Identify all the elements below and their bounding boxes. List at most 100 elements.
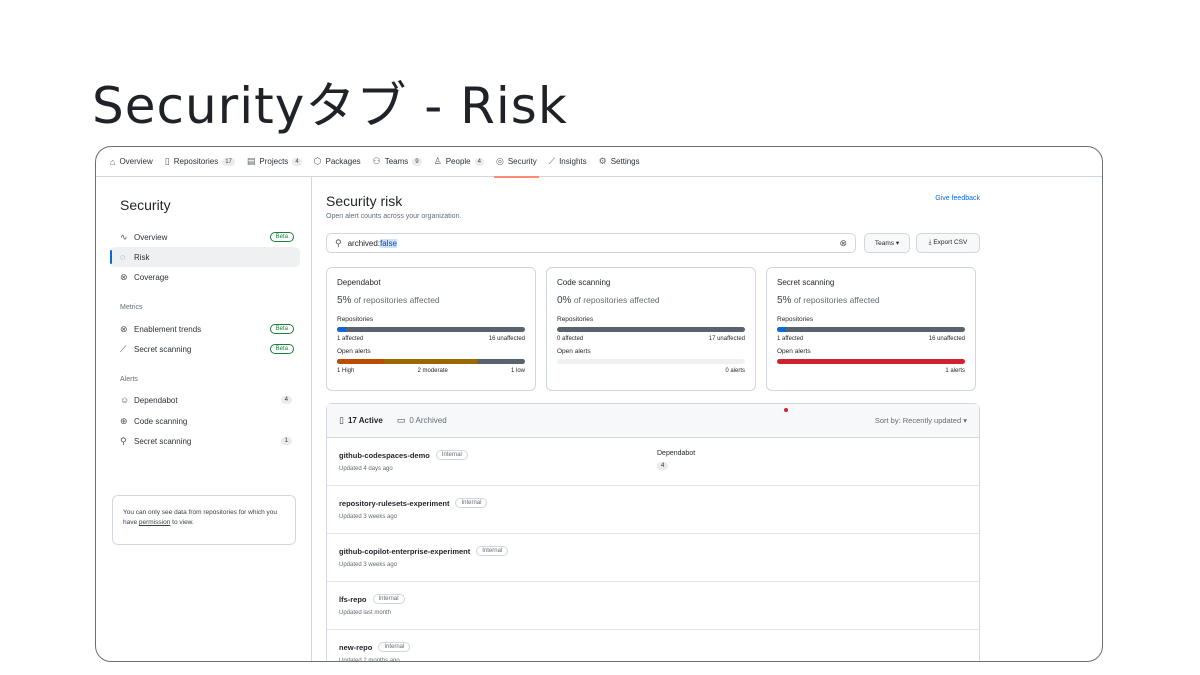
- alert-count: 1 alerts: [945, 368, 965, 374]
- give-feedback-link[interactable]: Give feedback: [935, 195, 980, 202]
- affected-count: 0 affected: [557, 336, 584, 342]
- repositories-label: Repositories: [777, 316, 814, 323]
- open-alerts-label: Open alerts: [777, 348, 811, 355]
- alerts-bar: [557, 359, 745, 364]
- sidebar-title: Security: [120, 197, 171, 213]
- repo-name-link[interactable]: github-copilot-enterprise-experiment: [339, 547, 470, 556]
- repo-name-link[interactable]: lfs-repo: [339, 595, 367, 604]
- archived-filter-tab[interactable]: 0 Archived: [409, 416, 446, 425]
- repo-name-line: github-codespaces-demo Internal: [339, 450, 967, 460]
- clear-filter-icon[interactable]: ⊗: [839, 238, 847, 249]
- unaffected-count: 17 unaffected: [708, 336, 745, 342]
- tab-packages[interactable]: ⬡ Packages: [314, 147, 361, 177]
- shield-icon: ◌: [120, 252, 126, 262]
- sort-dropdown[interactable]: Sort by: Recently updated ▾: [875, 416, 967, 425]
- search-icon: ⚲: [335, 237, 342, 248]
- tab-repositories[interactable]: ▯ Repositories 17: [165, 147, 235, 177]
- org-top-nav: ⌂ Overview ▯ Repositories 17 ▤ Projects 4 ⬡ Packa…: [96, 147, 1102, 178]
- repo-name-line: new-repo Internal: [339, 642, 967, 652]
- pulse-icon: ∿: [120, 231, 128, 242]
- table-row[interactable]: repository-rulesets-experiment Internal Up…: [327, 486, 979, 534]
- sidebar-item-label: Coverage: [134, 272, 169, 282]
- repositories-counts: 1 affected 16 unaffected: [337, 336, 525, 342]
- alerts-bar: [777, 359, 965, 364]
- teams-dropdown-button[interactable]: Teams ▾: [864, 233, 910, 253]
- table-row[interactable]: lfs-repo Internal Updated last month: [327, 582, 979, 630]
- permission-note: You can only see data from repositories …: [112, 495, 296, 545]
- export-csv-button[interactable]: ⤓ Export CSV: [916, 233, 980, 253]
- percent-value: 0%: [557, 295, 572, 306]
- percent-value: 5%: [337, 295, 352, 306]
- repositories-counts: 0 affected 17 unaffected: [557, 336, 745, 342]
- card-title: Secret scanning: [777, 278, 835, 287]
- tab-count: 17: [222, 157, 235, 166]
- sidebar-item-overview[interactable]: ∿ Overview Beta: [110, 227, 300, 247]
- table-row[interactable]: new-repo Internal Updated 2 months ago: [327, 630, 979, 662]
- tab-label: People: [445, 157, 471, 166]
- sidebar-item-secret-scanning[interactable]: ⚲ Secret scanning 1: [110, 431, 300, 451]
- tab-teams[interactable]: ⚇ Teams 9: [373, 147, 422, 177]
- filter-value: false: [380, 238, 397, 248]
- table-row[interactable]: github-codespaces-demo Internal Updated 4 …: [327, 438, 979, 486]
- sidebar-item-enablement-trends[interactable]: ⊗ Enablement trends Beta: [110, 319, 300, 339]
- indicator-dot: [784, 408, 788, 412]
- alert-count: 1 low: [510, 368, 525, 374]
- tab-security[interactable]: ◎ Security: [493, 147, 539, 178]
- updated-time: Updated 3 weeks ago: [339, 514, 398, 520]
- tab-projects[interactable]: ▤ Projects 4: [247, 147, 302, 177]
- sidebar-item-coverage[interactable]: ⊗ Coverage: [110, 267, 300, 287]
- teams-icon: ⚇: [372, 156, 381, 166]
- security-sidebar: Security ∿ Overview Beta ◌ Risk ⊗ Covera…: [96, 177, 312, 661]
- project-icon: ▤: [246, 156, 256, 166]
- alert-count: 1: [280, 437, 292, 445]
- permission-link[interactable]: permission: [139, 519, 170, 526]
- updated-time: Updated last month: [339, 610, 392, 616]
- affected-count: 1 affected: [777, 336, 804, 342]
- alerts-bar: [337, 359, 525, 364]
- alert-counts: 0 alerts: [557, 368, 745, 374]
- visibility-badge: Internal: [455, 498, 488, 508]
- repo-name-link[interactable]: github-codespaces-demo: [339, 451, 430, 460]
- open-alerts-label: Open alerts: [557, 348, 591, 355]
- updated-time: Updated 2 months ago: [339, 658, 400, 662]
- shield-icon: ◎: [495, 156, 504, 166]
- sidebar-item-secret-scanning-metrics[interactable]: ⟋ Secret scanning Beta: [110, 339, 300, 359]
- tab-overview[interactable]: ⌂ Overview: [110, 147, 153, 177]
- visibility-badge: Internal: [476, 546, 509, 556]
- tab-label: Overview: [119, 157, 153, 166]
- card-title: Code scanning: [557, 278, 611, 287]
- repo-name-link[interactable]: new-repo: [339, 643, 372, 652]
- tab-label: Projects: [259, 157, 289, 166]
- percent-value: 5%: [777, 295, 792, 306]
- repositories-counts: 1 affected 16 unaffected: [777, 336, 965, 342]
- note-text-end: to view.: [170, 519, 194, 527]
- sidebar-item-dependabot[interactable]: ☺ Dependabot 4: [110, 390, 300, 410]
- graph-icon: ⟋: [548, 156, 556, 166]
- alert-tool-count: 4: [657, 462, 669, 470]
- repo-icon: ▯: [339, 415, 344, 425]
- visibility-badge: Internal: [435, 450, 468, 460]
- sidebar-item-risk[interactable]: ◌ Risk: [110, 247, 300, 267]
- open-alerts-label: Open alerts: [337, 348, 371, 355]
- tab-insights[interactable]: ⟋ Insights: [549, 147, 587, 177]
- tab-people[interactable]: ♙ People 4: [434, 147, 484, 177]
- alert-count: 4: [280, 396, 292, 404]
- filter-search-input[interactable]: ⚲ archived: false ⊗: [326, 233, 856, 253]
- sidebar-item-code-scanning[interactable]: ⊕ Code scanning: [110, 411, 300, 431]
- repositories-label: Repositories: [557, 316, 594, 323]
- affected-fill: [337, 327, 347, 332]
- unaffected-count: 16 unaffected: [928, 336, 965, 342]
- alert-tool: Dependabot: [657, 450, 696, 457]
- sidebar-item-label: Code scanning: [134, 416, 188, 426]
- table-row[interactable]: github-copilot-enterprise-experiment Inte…: [327, 534, 979, 582]
- repositories-bar: [557, 327, 745, 332]
- tab-label: Security: [507, 157, 537, 166]
- active-filter-tab[interactable]: 17 Active: [348, 416, 383, 425]
- tab-settings[interactable]: ⚙ Settings: [599, 147, 640, 177]
- tab-count: 4: [474, 157, 484, 166]
- repo-name-line: repository-rulesets-experiment Internal: [339, 498, 967, 508]
- risk-card-dependabot: Dependabot 5% of repositories affected Rep…: [326, 267, 536, 391]
- repo-name-link[interactable]: repository-rulesets-experiment: [339, 499, 449, 508]
- filter-key: archived:: [347, 238, 381, 248]
- sidebar-item-label: Risk: [134, 252, 150, 262]
